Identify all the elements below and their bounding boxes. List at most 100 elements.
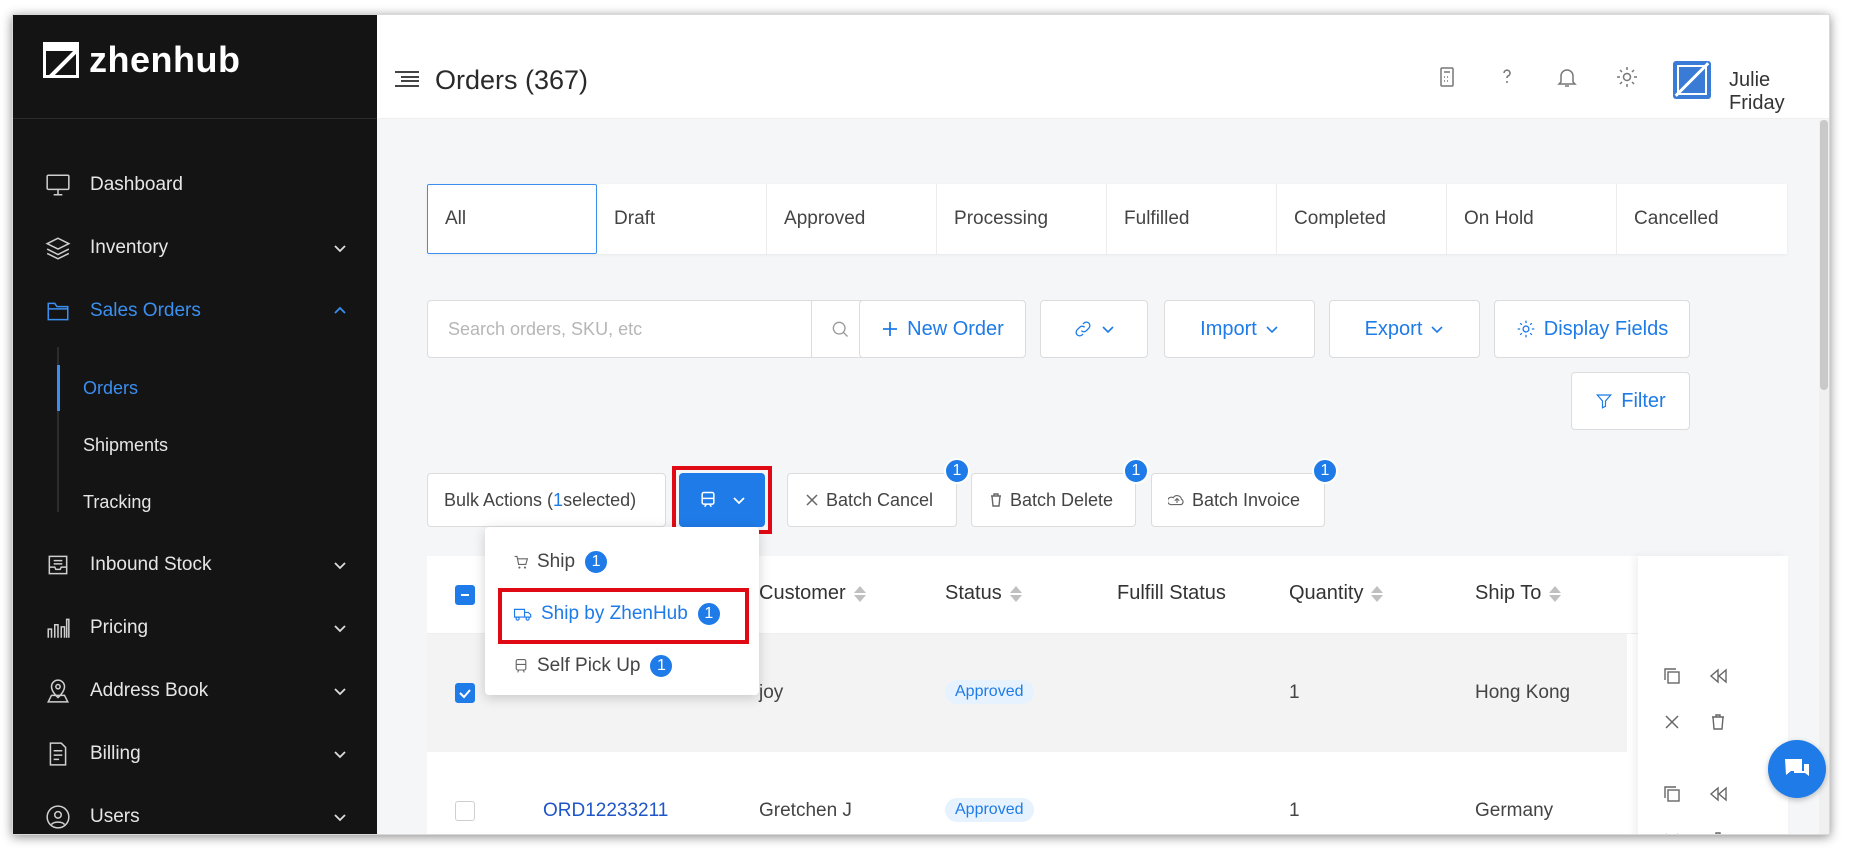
column-label: Quantity	[1289, 582, 1364, 604]
bar-chart-icon	[45, 615, 71, 641]
column-header-status[interactable]: Status	[945, 582, 1022, 605]
bulk-suffix: selected)	[563, 489, 637, 510]
column-header-ship-to[interactable]: Ship To	[1475, 582, 1562, 605]
status-badge: Approved	[945, 680, 1034, 704]
sidebar-item-label: Inbound Stock	[90, 554, 212, 575]
tab-cancelled[interactable]: Cancelled	[1617, 184, 1787, 254]
menu-toggle-icon[interactable]	[393, 69, 421, 89]
tab-approved[interactable]: Approved	[767, 184, 938, 254]
menu-item-ship-by-zhenhub[interactable]: Ship by ZhenHub 1	[485, 591, 759, 637]
chevron-down-icon	[334, 562, 346, 570]
zhenhub-logo-icon	[43, 42, 79, 78]
display-fields-button[interactable]: Display Fields	[1494, 300, 1690, 358]
tab-draft[interactable]: Draft	[597, 184, 768, 254]
scrollbar[interactable]	[1819, 120, 1829, 834]
batch-invoice-label: Batch Invoice	[1192, 489, 1301, 510]
batch-cancel-button[interactable]: Batch Cancel 1	[787, 458, 970, 527]
chevron-down-icon	[334, 751, 346, 759]
batch-cancel-label: Batch Cancel	[826, 489, 934, 510]
sidebar-item-label: Pricing	[90, 617, 149, 638]
tab-on-hold[interactable]: On Hold	[1447, 184, 1618, 254]
sidebar-subitem-tracking[interactable]: Tracking	[83, 482, 151, 522]
order-number-link[interactable]: ORD12233211	[543, 800, 668, 822]
layers-icon	[45, 235, 71, 261]
calculator-icon[interactable]	[1435, 65, 1459, 89]
chevron-down-icon	[334, 688, 346, 696]
link-icon	[1075, 321, 1091, 337]
trash-icon[interactable]	[1708, 830, 1728, 835]
plus-icon	[883, 322, 898, 336]
close-icon[interactable]	[1662, 830, 1682, 835]
user-name[interactable]: Julie Friday	[1729, 69, 1829, 115]
sidebar-item-label: Dashboard	[90, 174, 183, 195]
batch-delete-button[interactable]: Batch Delete 1	[971, 458, 1149, 527]
row-actions-column	[1638, 556, 1788, 835]
display-fields-label: Display Fields	[1543, 317, 1669, 340]
chevron-down-icon	[1102, 326, 1114, 334]
import-button[interactable]: Import	[1164, 300, 1315, 358]
status-tabs: All Draft Approved Processing Fulfilled …	[427, 184, 1787, 254]
column-label: Status	[945, 582, 1002, 604]
export-label: Export	[1364, 317, 1423, 340]
copy-icon[interactable]	[1662, 666, 1682, 686]
tab-fulfilled[interactable]: Fulfilled	[1107, 184, 1278, 254]
rewind-icon[interactable]	[1708, 666, 1728, 686]
sidebar-item-address-book[interactable]: Address Book	[13, 668, 377, 714]
chat-widget-button[interactable]	[1768, 740, 1826, 798]
close-icon[interactable]	[1662, 712, 1682, 732]
column-header-customer[interactable]: Customer	[759, 582, 866, 605]
tab-processing[interactable]: Processing	[937, 184, 1108, 254]
copy-icon[interactable]	[1662, 784, 1682, 804]
export-button[interactable]: Export	[1329, 300, 1480, 358]
scrollbar-thumb[interactable]	[1820, 120, 1828, 390]
minus-icon	[461, 594, 469, 596]
count-badge: 1	[648, 653, 675, 679]
batch-delete-label: Batch Delete	[1010, 489, 1114, 510]
ship-dropdown-button[interactable]	[679, 473, 765, 527]
sidebar-item-inventory[interactable]: Inventory	[13, 225, 377, 271]
filter-button[interactable]: Filter	[1571, 372, 1690, 430]
chat-icon	[1785, 759, 1809, 776]
sidebar-item-billing[interactable]: Billing	[13, 731, 377, 777]
avatar[interactable]	[1673, 61, 1711, 99]
select-all-checkbox[interactable]	[455, 585, 475, 605]
link-dropdown-button[interactable]	[1040, 300, 1148, 358]
chevron-down-icon	[1266, 326, 1278, 334]
row-checkbox[interactable]	[455, 801, 475, 821]
row-checkbox[interactable]	[455, 683, 475, 703]
brand-name: zhenhub	[89, 39, 241, 80]
submenu-active-indicator	[57, 365, 60, 411]
trash-icon[interactable]	[1708, 712, 1728, 732]
close-icon	[806, 494, 818, 506]
sidebar-item-users[interactable]: Users	[13, 794, 377, 834]
gear-icon[interactable]	[1615, 65, 1639, 89]
tab-completed[interactable]: Completed	[1277, 184, 1448, 254]
sort-icon	[1371, 585, 1384, 602]
column-header-quantity[interactable]: Quantity	[1289, 582, 1384, 605]
search-input[interactable]	[428, 301, 814, 357]
new-order-button[interactable]: New Order	[859, 300, 1026, 358]
truck-icon	[513, 608, 532, 621]
filter-icon	[1596, 394, 1613, 409]
globe-user-icon	[45, 804, 71, 830]
help-icon[interactable]	[1495, 65, 1519, 89]
chevron-down-icon	[334, 814, 346, 822]
table-row[interactable]: ORD12233211 Gretchen J Approved 1 German…	[427, 752, 1627, 834]
menu-item-self-pick-up[interactable]: Self Pick Up 1	[485, 643, 759, 689]
sort-icon	[1009, 585, 1022, 602]
sidebar-item-pricing[interactable]: Pricing	[13, 605, 377, 651]
tab-all[interactable]: All	[427, 184, 598, 254]
bell-icon[interactable]	[1555, 65, 1579, 89]
menu-item-ship[interactable]: Ship 1	[485, 539, 759, 585]
batch-invoice-button[interactable]: Batch Invoice 1	[1151, 458, 1338, 527]
sidebar-item-sales-orders[interactable]: Sales Orders	[13, 288, 377, 334]
sidebar-item-label: Inventory	[90, 237, 169, 258]
column-label: Ship To	[1475, 582, 1542, 604]
brand-logo[interactable]: zhenhub	[43, 39, 240, 81]
rewind-icon[interactable]	[1708, 784, 1728, 804]
sidebar-item-dashboard[interactable]: Dashboard	[13, 162, 377, 208]
sidebar-subitem-shipments[interactable]: Shipments	[83, 425, 168, 465]
sidebar-item-inbound-stock[interactable]: Inbound Stock	[13, 542, 377, 588]
sidebar-subitem-orders[interactable]: Orders	[83, 368, 138, 408]
gear-icon	[1517, 320, 1535, 338]
